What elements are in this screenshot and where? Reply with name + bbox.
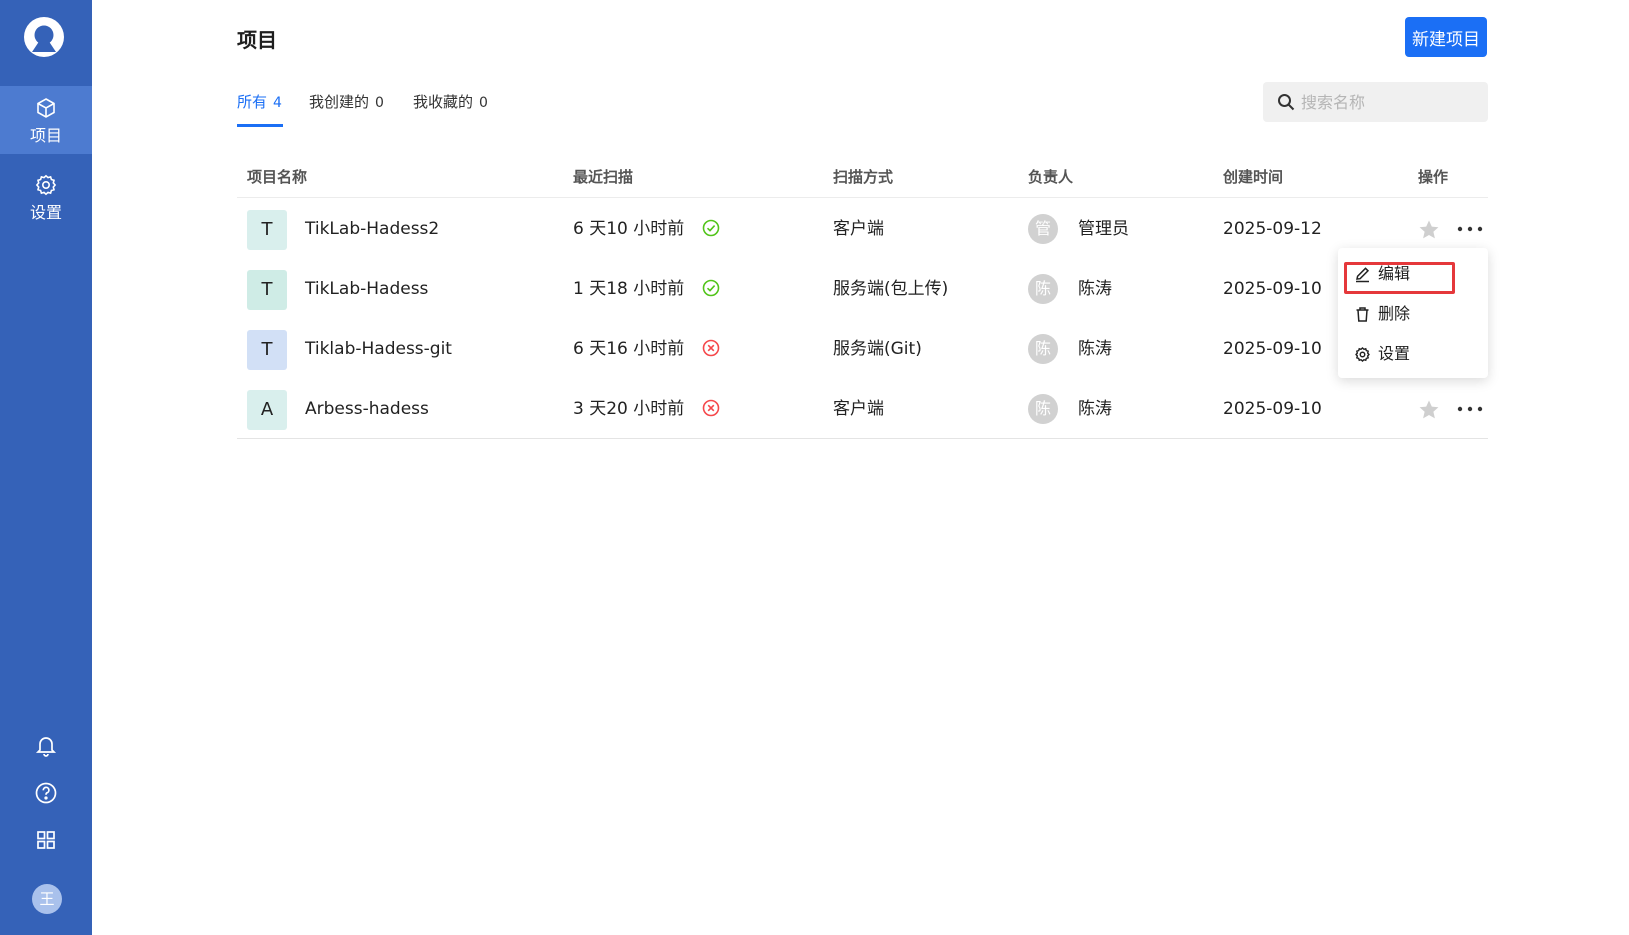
menu-item-edit[interactable]: 编辑: [1338, 256, 1488, 292]
table-row[interactable]: T TikLab-Hadess2 6 天10 小时前 客户端 管 管理员 202…: [237, 199, 1488, 259]
project-name[interactable]: TikLab-Hadess: [305, 259, 428, 319]
tab-all[interactable]: 所有 4: [237, 91, 282, 112]
scan-method: 服务端(包上传): [833, 279, 949, 299]
cube-icon: [37, 98, 55, 118]
last-scan-time: 6 天10 小时前: [573, 219, 685, 239]
column-header-created: 创建时间: [1223, 168, 1284, 186]
created-date: 2025-09-10: [1223, 279, 1322, 299]
owner-avatar: 陈: [1028, 274, 1058, 304]
column-header-owner: 负责人: [1028, 168, 1074, 186]
menu-item-label: 设置: [1378, 344, 1411, 363]
menu-item-label: 编辑: [1378, 264, 1411, 283]
scan-method: 客户端: [833, 219, 884, 239]
scan-method: 服务端(Git): [833, 339, 922, 359]
owner-cell: 陈 陈涛: [1028, 379, 1188, 439]
tab-label: 我收藏的: [413, 93, 474, 111]
failed-x-icon: [702, 399, 719, 416]
scan-method: 客户端: [833, 399, 884, 419]
success-check-icon: [702, 219, 719, 236]
tab-count: 0: [375, 95, 384, 111]
search-box: [1263, 82, 1488, 122]
menu-item-delete[interactable]: 删除: [1338, 296, 1488, 332]
project-name[interactable]: TikLab-Hadess2: [305, 199, 439, 259]
created-date: 2025-09-10: [1223, 339, 1322, 359]
owner-avatar: 陈: [1028, 334, 1058, 364]
more-actions-icon[interactable]: [1456, 225, 1484, 233]
new-project-button[interactable]: 新建项目: [1405, 17, 1487, 57]
active-tab-indicator: [237, 124, 283, 127]
tab-count: 4: [273, 95, 282, 111]
project-name[interactable]: Tiklab-Hadess-git: [305, 319, 452, 379]
menu-item-settings[interactable]: 设置: [1338, 336, 1488, 372]
last-scan-cell: 6 天16 小时前: [573, 319, 720, 379]
project-icon: T: [247, 270, 287, 310]
owner-name: 陈涛: [1078, 339, 1112, 359]
project-icon: T: [247, 330, 287, 370]
trash-icon: [1356, 307, 1369, 322]
favorite-star-icon[interactable]: [1417, 398, 1441, 422]
sidebar: 项目 设置 王: [0, 0, 92, 935]
edit-icon: [1356, 267, 1370, 283]
tab-created-by-me[interactable]: 我创建的 0: [309, 91, 384, 112]
owner-cell: 管 管理员: [1028, 199, 1188, 259]
bell-icon[interactable]: [34, 733, 58, 757]
search-input[interactable]: [1301, 82, 1481, 122]
failed-x-icon: [702, 339, 719, 356]
user-avatar[interactable]: 王: [32, 884, 62, 914]
last-scan-time: 6 天16 小时前: [573, 339, 685, 359]
project-icon: A: [247, 390, 287, 430]
column-header-name: 项目名称: [247, 168, 308, 186]
favorite-star-icon[interactable]: [1417, 218, 1441, 242]
success-check-icon: [702, 279, 719, 296]
apps-grid-icon[interactable]: [34, 828, 58, 852]
tab-favorites[interactable]: 我收藏的 0: [413, 91, 488, 112]
sidebar-item-label: 设置: [29, 203, 62, 222]
sidebar-item-settings[interactable]: 设置: [0, 163, 92, 231]
page-title: 项目: [237, 28, 277, 52]
logo-icon[interactable]: [21, 14, 67, 60]
tab-label: 我创建的: [309, 93, 370, 111]
table-row[interactable]: A Arbess-hadess 3 天20 小时前 客户端 陈 陈涛 2025-…: [237, 379, 1488, 439]
created-date: 2025-09-10: [1223, 399, 1322, 419]
help-icon[interactable]: [34, 781, 58, 805]
owner-name: 管理员: [1078, 219, 1129, 239]
owner-avatar: 陈: [1028, 394, 1058, 424]
last-scan-cell: 3 天20 小时前: [573, 379, 720, 439]
sidebar-item-label: 项目: [29, 126, 62, 145]
table-row[interactable]: T Tiklab-Hadess-git 6 天16 小时前 服务端(Git) 陈…: [237, 319, 1488, 379]
table-row[interactable]: T TikLab-Hadess 1 天18 小时前 服务端(包上传) 陈 陈涛 …: [237, 259, 1488, 319]
more-actions-icon[interactable]: [1456, 405, 1484, 413]
actions-dropdown: 编辑 删除 设置: [1338, 248, 1488, 378]
gear-icon: [35, 174, 57, 196]
last-scan-cell: 1 天18 小时前: [573, 259, 720, 319]
project-name[interactable]: Arbess-hadess: [305, 379, 429, 439]
created-date: 2025-09-12: [1223, 219, 1322, 239]
last-scan-cell: 6 天10 小时前: [573, 199, 720, 259]
last-scan-time: 1 天18 小时前: [573, 279, 685, 299]
tab-label: 所有: [237, 93, 268, 111]
column-header-actions: 操作: [1418, 168, 1449, 186]
project-icon: T: [247, 210, 287, 250]
owner-cell: 陈 陈涛: [1028, 259, 1188, 319]
owner-name: 陈涛: [1078, 399, 1112, 419]
owner-name: 陈涛: [1078, 279, 1112, 299]
owner-avatar: 管: [1028, 214, 1058, 244]
column-header-last-scan: 最近扫描: [573, 168, 634, 186]
sidebar-item-projects[interactable]: 项目: [0, 86, 92, 154]
last-scan-time: 3 天20 小时前: [573, 399, 685, 419]
column-header-scan-method: 扫描方式: [833, 168, 894, 186]
owner-cell: 陈 陈涛: [1028, 319, 1188, 379]
search-icon: [1278, 94, 1295, 111]
gear-icon: [1355, 347, 1370, 362]
tab-count: 0: [479, 95, 488, 111]
table-header: 项目名称 最近扫描 扫描方式 负责人 创建时间 操作: [237, 158, 1488, 198]
menu-item-label: 删除: [1378, 304, 1411, 323]
